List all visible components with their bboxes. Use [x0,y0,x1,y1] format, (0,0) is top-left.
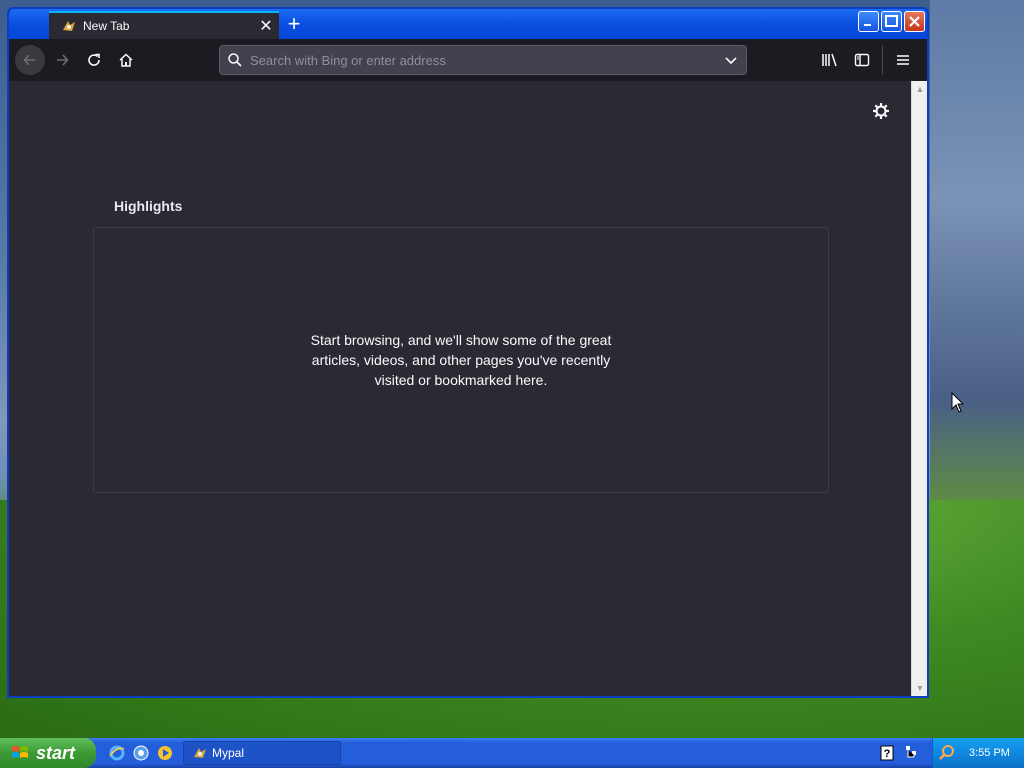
plus-icon: + [287,11,301,36]
new-tab-page: Highlights Start browsing, and we'll sho… [9,81,911,696]
home-icon [119,53,133,67]
mypal-favicon-icon [192,745,208,761]
url-input[interactable] [250,52,716,68]
close-button[interactable] [904,11,925,32]
ie-icon[interactable] [108,744,126,762]
highlights-message: Start browsing, and we'll show some of t… [310,332,612,388]
vertical-scrollbar[interactable]: ▲ ▼ [911,81,927,696]
chevron-down-icon[interactable] [716,53,746,67]
reload-icon [88,53,100,66]
title-bar: New Tab ✕ + [9,9,927,39]
svg-text:?: ? [884,748,891,760]
url-bar[interactable] [219,45,747,75]
sidebar-icon [854,53,870,67]
highlights-empty-state: Start browsing, and we'll show some of t… [93,227,829,493]
toolbar-right [814,45,919,75]
sidebar-button[interactable] [846,45,878,75]
gear-icon[interactable] [871,101,891,121]
maximize-button[interactable] [881,11,902,32]
mouse-cursor-icon [951,391,965,417]
taskbar-item-label: Mypal [212,746,245,760]
taskbar-item-mypal[interactable]: Mypal [183,741,341,765]
tab-title: New Tab [83,19,130,33]
tab-new-tab[interactable]: New Tab ✕ [49,11,279,39]
tab-close-icon[interactable]: ✕ [253,16,279,36]
messenger-icon[interactable] [156,744,174,762]
search-icon[interactable] [933,744,961,762]
network-icon[interactable] [904,745,918,764]
minimize-button[interactable] [858,11,879,32]
toolbar-divider [882,45,883,75]
clock: 3:55 PM [969,747,1010,759]
media-icon[interactable] [132,744,150,762]
arrow-right-icon [57,54,69,66]
mypal-favicon-icon [61,18,77,34]
library-icon [822,53,837,67]
desktop-sky [930,0,1024,500]
start-button[interactable]: start [0,738,96,768]
arrow-left-icon [23,54,35,66]
library-button[interactable] [814,45,846,75]
system-tray: 3:55 PM [932,738,1024,768]
menu-button[interactable] [887,45,919,75]
scroll-up-arrow-icon[interactable]: ▲ [912,81,928,97]
highlights-heading: Highlights [114,198,183,214]
nav-toolbar [9,39,927,81]
forward-button[interactable] [47,45,77,75]
home-button[interactable] [111,45,141,75]
tray-icons: ? [880,745,918,764]
start-label: start [36,742,76,763]
new-tab-button[interactable]: + [281,12,307,38]
window-controls [858,11,925,32]
hamburger-menu-icon [897,55,909,65]
scroll-down-arrow-icon[interactable]: ▼ [912,680,928,696]
quick-launch [108,744,174,762]
windows-logo-icon [10,743,30,763]
back-button[interactable] [15,45,45,75]
reload-button[interactable] [79,45,109,75]
browser-window: New Tab ✕ + Search with Bing or enter ad… [7,7,929,698]
taskbar: start Mypal ? 3:55 PM [0,738,1024,768]
help-icon[interactable]: ? [880,745,894,764]
search-icon [220,52,250,68]
